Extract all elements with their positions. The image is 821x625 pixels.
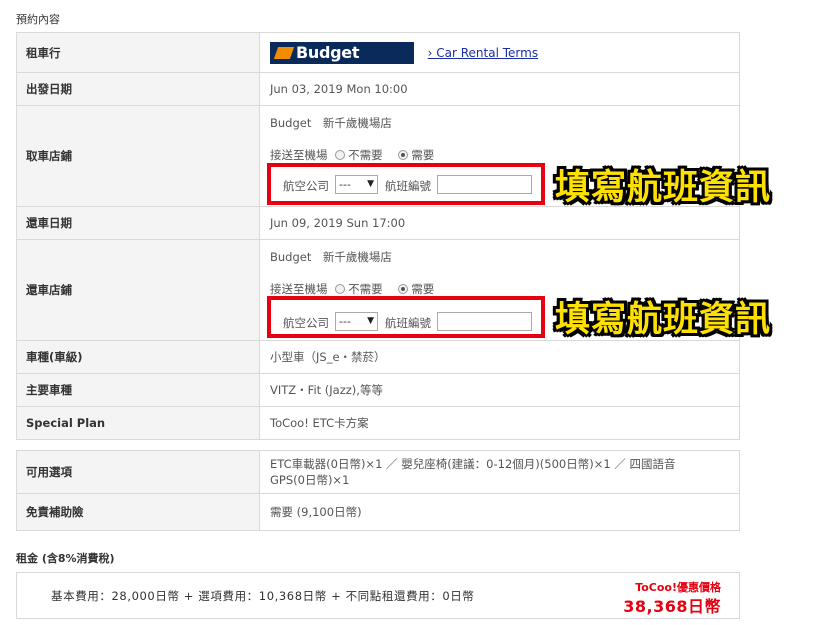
available-options-label: 可用選項: [16, 450, 260, 494]
pickup-shuttle-no-label[interactable]: 不需要: [348, 148, 383, 162]
return-shuttle-row: 接送至機場 不需要 需要: [270, 281, 434, 297]
pickup-store-label: 取車店鋪: [16, 105, 260, 207]
return-flight-label: 航班編號: [385, 316, 431, 330]
rental-company-value: Budget › Car Rental Terms: [259, 32, 740, 73]
row-available-options: 可用選項 ETC車載器(0日幣)×1 ／ 嬰兒座椅(建議：0-12個月)(500…: [16, 450, 740, 494]
return-date-label: 還車日期: [16, 206, 260, 240]
special-plan-value: ToCoo! ETC卡方案: [259, 406, 740, 440]
car-class-value: 小型車（JS_e・禁菸）: [259, 340, 740, 374]
pickup-airline-select[interactable]: --- ▼: [335, 175, 378, 194]
pickup-airline-select-value: ---: [339, 178, 351, 191]
row-main-cars: 主要車種 VITZ・Fit (Jazz),等等: [16, 373, 740, 407]
options-table: 可用選項 ETC車載器(0日幣)×1 ／ 嬰兒座椅(建議：0-12個月)(500…: [16, 450, 740, 531]
return-shuttle-no-radio[interactable]: [335, 284, 346, 294]
reservation-section-title: 預約內容: [16, 13, 60, 26]
pickup-shuttle-yes-radio[interactable]: [398, 150, 409, 160]
row-rental-company: 租車行 Budget › Car Rental Terms: [16, 32, 740, 73]
return-shuttle-no-label[interactable]: 不需要: [348, 282, 383, 296]
promo-price-value: 38,368日幣: [623, 597, 721, 616]
chevron-down-icon: ▼: [367, 179, 374, 189]
car-rental-terms-link[interactable]: › Car Rental Terms: [428, 46, 538, 60]
return-shuttle-label: 接送至機場: [270, 282, 328, 296]
pickup-shuttle-no-radio[interactable]: [335, 150, 346, 160]
row-car-class: 車種(車級) 小型車（JS_e・禁菸）: [16, 340, 740, 374]
depart-date-label: 出發日期: [16, 72, 260, 106]
pricing-section-title: 租金 (含8%消費稅): [16, 552, 115, 565]
budget-logo: Budget: [270, 41, 414, 64]
special-plan-label: Special Plan: [16, 406, 260, 440]
pickup-shuttle-label: 接送至機場: [270, 148, 328, 162]
chevron-down-icon: ▼: [367, 316, 374, 326]
available-options-value: ETC車載器(0日幣)×1 ／ 嬰兒座椅(建議：0-12個月)(500日幣)×1…: [259, 450, 740, 494]
return-airline-select-value: ---: [339, 315, 351, 328]
pickup-flight-callout: 填寫航班資訊: [555, 168, 772, 208]
return-store-label: 還車店鋪: [16, 239, 260, 341]
budget-logo-text: Budget: [296, 42, 360, 62]
return-shuttle-yes-radio[interactable]: [398, 284, 409, 294]
insurance-label: 免責補助險: [16, 493, 260, 531]
price-formula: 基本費用：28,000日幣 + 選項費用：10,368日幣 + 不同點租還費用：…: [51, 589, 475, 603]
return-airline-select[interactable]: --- ▼: [335, 312, 378, 331]
row-insurance: 免責補助險 需要 (9,100日幣): [16, 493, 740, 531]
row-special-plan: Special Plan ToCoo! ETC卡方案: [16, 406, 740, 440]
return-flight-callout: 填寫航班資訊: [555, 300, 772, 340]
return-airline-label: 航空公司: [283, 316, 329, 330]
main-cars-value: VITZ・Fit (Jazz),等等: [259, 373, 740, 407]
available-options-line2: GPS(0日幣)×1: [270, 473, 350, 487]
pickup-flight-input[interactable]: [437, 175, 532, 194]
rental-company-label: 租車行: [16, 32, 260, 73]
return-store-name: Budget 新千歲機場店: [270, 250, 392, 264]
pickup-airline-label: 航空公司: [283, 179, 329, 193]
pickup-store-name: Budget 新千歲機場店: [270, 116, 392, 130]
row-depart-date: 出發日期 Jun 03, 2019 Mon 10:00: [16, 72, 740, 106]
insurance-value: 需要 (9,100日幣): [259, 493, 740, 531]
pickup-flight-row: 航空公司 --- ▼ 航班編號: [272, 172, 542, 198]
return-date-value: Jun 09, 2019 Sun 17:00: [259, 206, 740, 240]
reservation-table: 租車行 Budget › Car Rental Terms 出發日期 Jun 0…: [16, 32, 740, 440]
row-return-date: 還車日期 Jun 09, 2019 Sun 17:00: [16, 206, 740, 240]
return-shuttle-yes-label[interactable]: 需要: [411, 282, 434, 296]
price-box: 基本費用：28,000日幣 + 選項費用：10,368日幣 + 不同點租還費用：…: [16, 572, 740, 619]
return-flight-row: 航空公司 --- ▼ 航班編號: [272, 309, 542, 335]
budget-logo-mark: [273, 46, 295, 59]
return-flight-input[interactable]: [437, 312, 532, 331]
depart-date-value: Jun 03, 2019 Mon 10:00: [259, 72, 740, 106]
available-options-line1: ETC車載器(0日幣)×1 ／ 嬰兒座椅(建議：0-12個月)(500日幣)×1…: [270, 457, 676, 471]
pickup-shuttle-row: 接送至機場 不需要 需要: [270, 147, 434, 163]
car-class-label: 車種(車級): [16, 340, 260, 374]
pickup-shuttle-yes-label[interactable]: 需要: [411, 148, 434, 162]
pickup-flight-label: 航班編號: [385, 179, 431, 193]
main-cars-label: 主要車種: [16, 373, 260, 407]
